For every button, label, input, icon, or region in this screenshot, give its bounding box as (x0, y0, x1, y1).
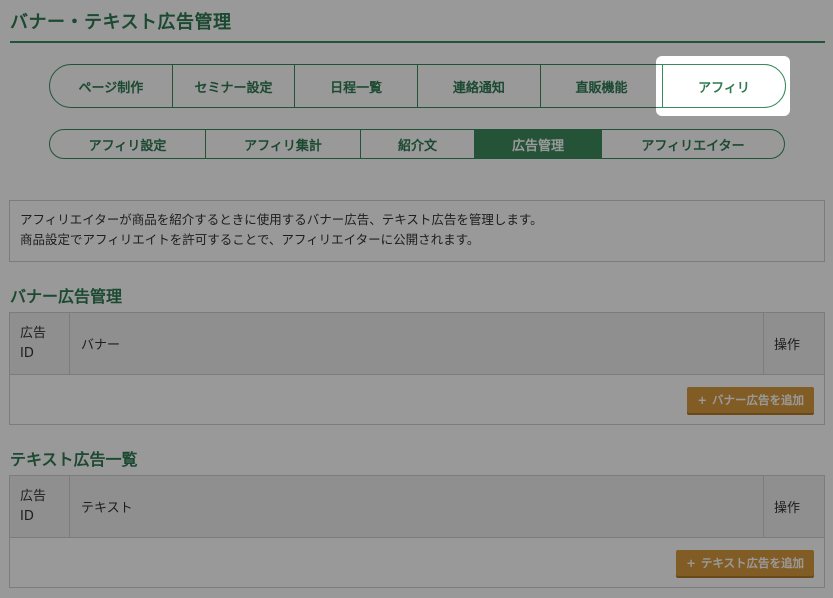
add-banner-button[interactable]: + バナー広告を追加 (687, 386, 814, 413)
text-section-title: テキスト広告一覧 (10, 450, 138, 469)
subtab-affiliate-stats[interactable]: アフィリ集計 (206, 130, 361, 158)
add-text-ad-button[interactable]: + テキスト広告を追加 (676, 549, 814, 576)
sub-nav: アフィリ設定 アフィリ集計 紹介文 広告管理 アフィリエイター (49, 129, 785, 159)
subtab-introduction[interactable]: 紹介文 (361, 130, 475, 158)
page-title: バナー・テキスト広告管理 (10, 12, 232, 33)
text-table: 広告 ID テキスト 操作 + テキスト広告を追加 (9, 475, 825, 588)
col-operation: 操作 (763, 475, 825, 538)
info-line-1: アフィリエイターが商品を紹介するときに使用するバナー広告、テキスト広告を管理しま… (20, 212, 543, 227)
info-box: アフィリエイターが商品を紹介するときに使用するバナー広告、テキスト広告を管理しま… (9, 200, 825, 262)
tab-direct-sales[interactable]: 直販機能 (541, 65, 664, 107)
subtab-ad-management[interactable]: 広告管理 (475, 130, 602, 158)
info-line-2: 商品設定でアフィリエイトを許可することで、アフィリエイターに公開されます。 (20, 232, 480, 247)
col-operation: 操作 (763, 312, 825, 375)
tab-notifications[interactable]: 連絡通知 (418, 65, 541, 107)
banner-table: 広告 ID バナー 操作 + バナー広告を追加 (9, 312, 825, 425)
tab-page-production[interactable]: ページ制作 (50, 65, 173, 107)
text-table-footer: + テキスト広告を追加 (9, 537, 825, 588)
plus-icon: + (686, 555, 696, 570)
subtab-affiliators[interactable]: アフィリエイター (602, 130, 784, 158)
col-text: テキスト (69, 475, 764, 538)
col-ad-id: 広告 ID (9, 475, 70, 538)
banner-section-title: バナー広告管理 (10, 287, 123, 306)
banner-table-footer: + バナー広告を追加 (9, 374, 825, 425)
tab-seminar-settings[interactable]: セミナー設定 (173, 65, 296, 107)
page: バナー・テキスト広告管理 ページ制作 セミナー設定 日程一覧 連絡通知 直販機能… (0, 0, 833, 598)
tab-affiliate[interactable]: アフィリ (662, 64, 786, 108)
banner-table-header: 広告 ID バナー 操作 (9, 312, 825, 375)
subtab-affiliate-settings[interactable]: アフィリ設定 (50, 130, 206, 158)
tab-schedule-list[interactable]: 日程一覧 (295, 65, 419, 107)
title-divider (10, 41, 825, 43)
col-ad-id: 広告 ID (9, 312, 70, 375)
text-table-header: 広告 ID テキスト 操作 (9, 475, 825, 538)
col-banner: バナー (69, 312, 764, 375)
plus-icon: + (697, 392, 707, 407)
